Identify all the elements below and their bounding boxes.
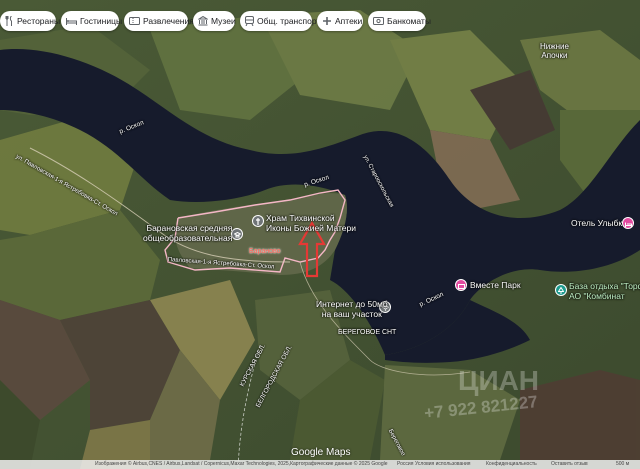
church-pin[interactable] [252,215,264,227]
vmeste-park-pin[interactable] [455,279,467,291]
museum-icon [198,16,208,27]
hotel-ulybka-pin[interactable] [622,217,634,229]
label-church[interactable]: Храм Тихвинской Иконы Божией Матери [266,213,356,233]
tree-icon [557,281,565,299]
label-baranovo[interactable]: Бараново [249,247,281,256]
label-nizhnie-apochki[interactable]: Нижние Апочки [540,42,569,60]
label-beregovoe-snt[interactable]: БЕРЕГОВОЕ СНТ [338,328,396,337]
school-pin[interactable] [231,228,243,240]
transit-icon [245,16,254,27]
label-baza-otdyha[interactable]: База отдыха "Торфян АО "Комбинат [569,281,640,301]
pharmacy-icon [322,16,332,27]
attribution-text: Изображения © Airbus,CNES / Airbus,Lands… [95,461,388,467]
attribution-country[interactable]: Россия [397,460,413,469]
label-hotel-ulybka[interactable]: Отель Улыбка [571,218,627,229]
chip-atms[interactable]: Банкоматы [368,11,431,31]
label-vmeste-park[interactable]: Вместе Парк [470,280,521,291]
feedback-link[interactable]: Оставить отзыв [551,460,588,469]
terms-link[interactable]: Условия использования [415,460,471,469]
bed-icon [624,214,632,232]
atm-icon [373,16,384,27]
chip-transit[interactable]: Общ. транспорт [240,11,320,31]
school-icon [232,225,242,243]
map-view[interactable]: Рестораны Гостиницы Развлечения Музеи Об… [0,0,640,469]
chip-entertainment[interactable]: Развлечения [124,11,194,31]
chip-restaurants[interactable]: Рестораны [0,11,60,31]
chip-museums[interactable]: Музеи [193,11,236,31]
label-internet[interactable]: Интернет до 50мб на ваш участок [316,299,388,319]
church-icon [255,212,261,230]
attribution-bar: Изображения © Airbus,CNES / Airbus,Lands… [0,460,640,469]
privacy-link[interactable]: Конфиденциальность [486,460,537,469]
ticket-icon [129,16,140,27]
fork-knife-icon [5,16,14,27]
baza-otdyha-pin[interactable] [555,284,567,296]
scale-label: 500 м [616,461,630,467]
label-school[interactable]: Барановская средняя общеобразовательная [143,223,232,243]
chip-hotels[interactable]: Гостиницы [61,11,122,31]
ticket-icon [457,276,465,294]
chip-pharmacies[interactable]: Аптеки [317,11,363,31]
bed-icon [66,16,77,27]
satellite-imagery [0,0,640,469]
google-maps-logo: Google Maps [291,447,351,458]
